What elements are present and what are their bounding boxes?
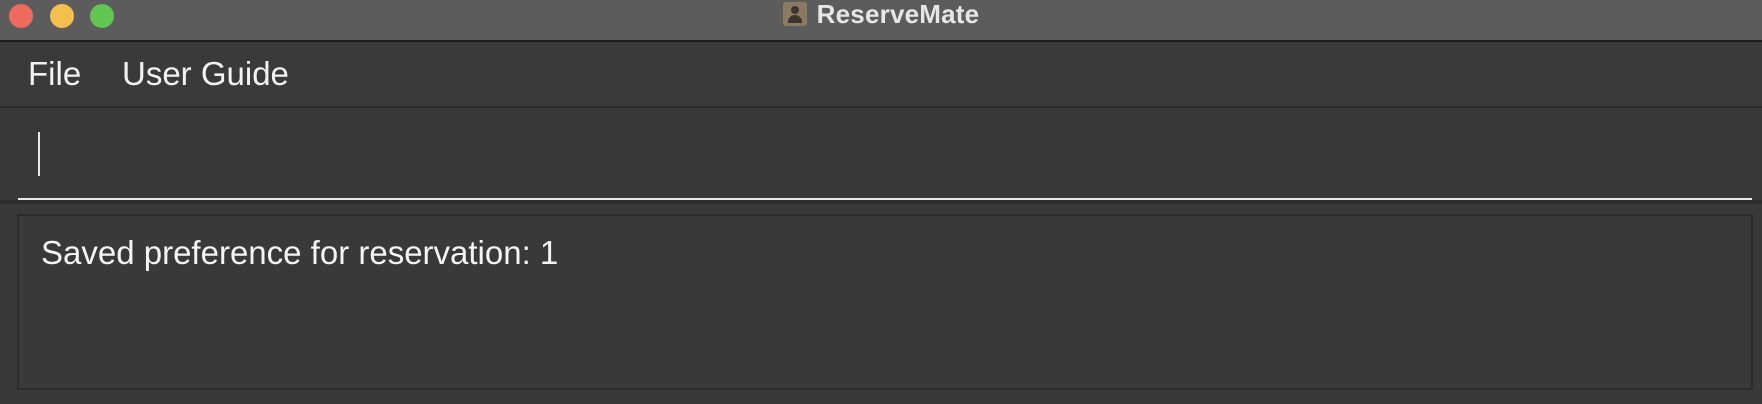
app-window: ReserveMate File User Guide Saved prefer… [0, 0, 1762, 404]
contact-book-icon [782, 2, 807, 26]
result-display[interactable]: Saved preference for reservation: 1 [17, 214, 1753, 390]
window-title: ReserveMate [816, 0, 980, 29]
result-message: Saved preference for reservation: 1 [41, 234, 559, 271]
command-input[interactable] [18, 128, 1752, 200]
title-bar[interactable]: ReserveMate [0, 0, 1762, 42]
menu-user-guide[interactable]: User Guide [122, 54, 289, 94]
menu-file[interactable]: File [28, 54, 81, 94]
text-cursor [38, 132, 40, 176]
window-title-group: ReserveMate [0, 0, 1762, 29]
command-box-container [0, 108, 1762, 204]
menu-bar: File User Guide [0, 42, 1762, 108]
